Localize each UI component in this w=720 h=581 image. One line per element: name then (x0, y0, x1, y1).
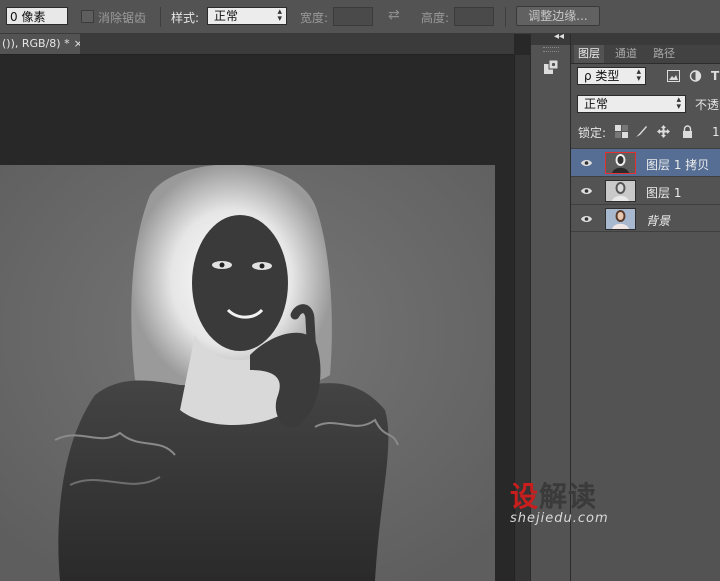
separator (505, 7, 506, 27)
separator (160, 7, 161, 27)
document-image[interactable] (0, 165, 495, 581)
layer-filter-select[interactable]: ρ 类型 ▴ ▾ (577, 67, 646, 85)
style-select-value: 正常 (214, 9, 239, 23)
layer-thumbnail (605, 180, 636, 202)
swap-arrows-icon[interactable]: ⇄ (388, 7, 400, 23)
style-label: 样式: (171, 11, 200, 25)
antialias-checkbox[interactable] (81, 10, 94, 23)
type-filter-icon[interactable]: T (711, 69, 719, 83)
tab-layers[interactable]: 图层 (574, 45, 604, 63)
eye-visibility-icon[interactable] (581, 159, 592, 167)
spinner-arrows-icon: ▴ ▾ (277, 7, 282, 24)
layers-panel-tabs: 图层 通道 路径 (571, 45, 720, 64)
layer-thumbnail-image (606, 153, 635, 173)
height-field[interactable] (454, 7, 494, 26)
layer-row[interactable]: 背景 (571, 204, 720, 232)
width-label: 宽度: (300, 11, 329, 25)
tab-paths[interactable]: 路径 (649, 45, 679, 63)
spinner-arrows-icon: ▴ ▾ (636, 67, 641, 84)
watermark-title: 设解读 (510, 475, 609, 515)
height-label: 高度: (421, 11, 450, 25)
document-tab[interactable]: ()), RGB/8) * × (0, 34, 80, 54)
watermark-url: shejiedu.com (510, 511, 609, 526)
watermark-title-red: 设 (510, 480, 540, 513)
watermark-title-dark: 解读 (539, 480, 598, 513)
panel-grip-icon[interactable] (543, 47, 559, 52)
refine-edge-button[interactable]: 调整边缘... (516, 6, 600, 26)
blend-mode-value: 正常 (584, 97, 609, 111)
close-tab-icon[interactable]: × (74, 37, 80, 50)
spinner-arrows-icon: ▴ ▾ (676, 95, 681, 112)
properties-panel-icon[interactable] (543, 59, 559, 75)
layer-thumbnail (605, 208, 636, 230)
document-tab-title: ()), RGB/8) * (2, 37, 70, 50)
width-field[interactable] (333, 7, 373, 26)
blend-mode-select[interactable]: 正常 ▴ ▾ (577, 95, 686, 113)
document-tab-strip: ()), RGB/8) * × (0, 34, 514, 55)
eye-visibility-icon[interactable] (581, 215, 592, 223)
collapse-bar[interactable]: ◂◂ (531, 31, 570, 45)
eye-visibility-icon[interactable] (581, 187, 592, 195)
layer-filter-value: ρ 类型 (584, 69, 620, 83)
lock-image-pixels-icon[interactable] (635, 125, 648, 138)
style-select[interactable]: 正常 ▴ ▾ (207, 7, 287, 25)
layer-name[interactable]: 图层 1 (646, 184, 681, 201)
layer-thumbnail (605, 152, 636, 174)
lock-label: 锁定: (578, 126, 607, 140)
options-bar: 0 像素 消除锯齿 样式: 正常 ▴ ▾ 宽度: ⇄ 高度: 调整边缘... (0, 0, 720, 34)
opacity-label: 不透明 (695, 98, 720, 112)
fill-label-stub: 1 (712, 125, 720, 139)
watermark-logo: 设解读 shejiedu.com (510, 475, 609, 526)
collapse-panels-icon[interactable]: ◂◂ (554, 31, 564, 42)
layer-row[interactable]: 图层 1 拷贝 (571, 148, 720, 176)
lock-position-icon[interactable] (657, 125, 670, 138)
layer-name[interactable]: 背景 (646, 212, 670, 229)
layer-thumbnail-image (606, 209, 635, 229)
lock-transparent-pixels-icon[interactable] (615, 125, 628, 138)
layer-thumbnail-image (606, 181, 635, 201)
inverted-portrait-image (0, 165, 495, 581)
antialias-label: 消除锯齿 (98, 11, 147, 25)
layer-name[interactable]: 图层 1 拷贝 (646, 156, 709, 173)
adjustment-filter-icon[interactable] (689, 70, 702, 82)
tab-channels[interactable]: 通道 (611, 45, 641, 63)
layer-row[interactable]: 图层 1 (571, 176, 720, 204)
lock-all-icon[interactable] (681, 125, 694, 138)
panel-header-bar (571, 34, 720, 45)
image-filter-icon[interactable] (667, 70, 680, 82)
feather-input[interactable]: 0 像素 (6, 7, 68, 25)
